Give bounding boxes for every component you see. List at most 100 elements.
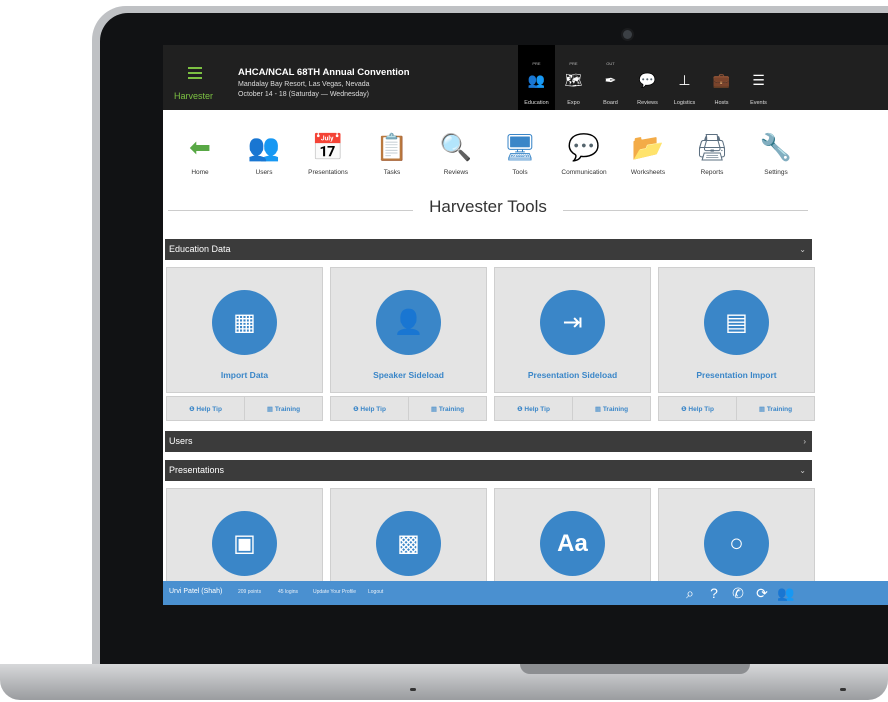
card-footer: ❶ Help Tip ▦ Training xyxy=(166,396,323,421)
event-dates: October 14 - 18 (Saturday — Wednesday) xyxy=(238,91,369,98)
chat-icon: 💬 xyxy=(638,72,657,88)
help-tip-button[interactable]: ❶ Help Tip xyxy=(331,397,408,420)
tool-tasks[interactable]: 📋 Tasks xyxy=(360,127,424,182)
calendar-clock-icon: 📅 xyxy=(311,132,345,162)
tool-users[interactable]: 👥 Users xyxy=(232,127,296,182)
nav-badge: PRE xyxy=(532,61,541,66)
page-title: Harvester Tools xyxy=(429,197,547,216)
card-title: Presentation Import xyxy=(696,370,777,380)
tool-card[interactable]: ▤ Presentation Import xyxy=(658,267,815,393)
nav-item-reviews[interactable]: 💬 Reviews xyxy=(629,45,666,110)
sync-icon[interactable]: ⟳ xyxy=(750,585,774,601)
tool-card[interactable]: ▣ xyxy=(166,488,323,588)
tool-reviews[interactable]: 🔍 Reviews xyxy=(424,127,488,182)
bubbles-icon: ○ xyxy=(704,511,769,576)
app-screen: Harvester AHCA/NCAL 68TH Annual Conventi… xyxy=(163,45,888,605)
nav-item-expo[interactable]: PRE 🗺 Expo xyxy=(555,45,592,110)
tool-label: Home xyxy=(191,169,209,176)
sign-in-icon: ⇥ xyxy=(540,290,605,355)
tool-card[interactable]: Aa xyxy=(494,488,651,588)
nav-item-hosts[interactable]: 💼 Hosts xyxy=(703,45,740,110)
hamburger-menu-icon[interactable] xyxy=(188,67,202,82)
event-title: AHCA/NCAL 68TH Annual Convention xyxy=(238,67,410,78)
tool-card[interactable]: ⇥ Presentation Sideload xyxy=(494,267,651,393)
nav-item-education[interactable]: PRE 👥 Education xyxy=(518,45,555,110)
nav-item-logistics[interactable]: ⊥ Logistics xyxy=(666,45,703,110)
tool-settings[interactable]: 🔧 Settings xyxy=(744,127,808,182)
nav-label: Board xyxy=(603,100,618,106)
nav-label: Reviews xyxy=(637,100,658,106)
tool-card[interactable]: ▦ Import Data xyxy=(166,267,323,393)
search-icon[interactable]: ⌕ xyxy=(678,585,702,601)
magnifier-icon: 🔍 xyxy=(439,132,473,162)
nav-label: Expo xyxy=(567,100,580,106)
nav-item-board[interactable]: OUT ✒ Board xyxy=(592,45,629,110)
section-header-users[interactable]: Users › xyxy=(165,431,812,452)
user-name-link[interactable]: Urvi Patel (Shah) xyxy=(169,588,222,595)
card-footer: ❶ Help Tip ▦ Training xyxy=(494,396,651,421)
nav-label: Education xyxy=(524,100,549,106)
import-sheet-icon: ▦ xyxy=(212,290,277,355)
training-button[interactable]: ▦ Training xyxy=(736,397,814,420)
brand-name[interactable]: Harvester xyxy=(174,91,213,101)
title-divider-right xyxy=(563,210,808,211)
section-label: Presentations xyxy=(169,465,225,475)
nav-label: Logistics xyxy=(673,100,696,106)
pen-icon: ✒ xyxy=(604,72,617,88)
module-nav: PRE 👥 Education PRE 🗺 Expo OUT ✒ Board 💬 Reviews ⊥ L… xyxy=(518,45,777,110)
tool-label: Users xyxy=(255,169,273,176)
help-tip-button[interactable]: ❶ Help Tip xyxy=(495,397,572,420)
home-arrow-icon: ⬅ xyxy=(189,132,211,162)
help-tip-button[interactable]: ❶ Help Tip xyxy=(167,397,244,420)
logout-link[interactable]: Logout xyxy=(368,589,383,595)
laptop-foot xyxy=(410,688,416,691)
help-icon[interactable]: ? xyxy=(702,585,726,601)
laptop-foot xyxy=(840,688,846,691)
tool-reports[interactable]: 🖨 Reports xyxy=(680,127,744,182)
font-icon: Aa xyxy=(540,511,605,576)
chevron-down-icon: ⌄ xyxy=(799,245,806,254)
card-footer: ❶ Help Tip ▦ Training xyxy=(330,396,487,421)
tool-label: Worksheets xyxy=(630,169,666,176)
projector-icon: ▤ xyxy=(704,290,769,355)
qr-code-icon: ▩ xyxy=(376,511,441,576)
printer-icon: 🖨 xyxy=(695,132,729,162)
tool-launcher: ⬅ Home 👥 Users 📅 Presentations 📋 Tasks 🔍 Reviews 🖥… xyxy=(168,127,808,182)
nav-label: Hosts xyxy=(714,100,729,106)
tool-card[interactable]: ○ xyxy=(658,488,815,588)
tool-home[interactable]: ⬅ Home xyxy=(168,127,232,182)
speaker-icon: 👤 xyxy=(376,290,441,355)
section-header-education[interactable]: Education Data ⌄ xyxy=(165,239,812,260)
logins-count: 45 logins xyxy=(278,589,299,595)
section-label: Users xyxy=(169,436,193,446)
checklist-icon: 📋 xyxy=(375,132,409,162)
map-icon: 🗺 xyxy=(564,72,583,88)
phone-icon[interactable]: ✆ xyxy=(726,585,750,601)
briefcase-icon: 💼 xyxy=(712,72,731,88)
section-header-presentations[interactable]: Presentations ⌄ xyxy=(165,460,812,481)
org-chart-icon: ⊥ xyxy=(678,72,691,88)
status-icons: ⌕ ? ✆ ⟳ 👥 xyxy=(678,585,798,601)
users-icon: 👥 xyxy=(247,132,281,162)
group-icon[interactable]: 👥 xyxy=(774,585,798,601)
laptop-base xyxy=(0,664,888,700)
tool-tools[interactable]: 🖥 Tools xyxy=(488,127,552,182)
training-button[interactable]: ▦ Training xyxy=(572,397,650,420)
card-title: Import Data xyxy=(220,370,269,380)
training-button[interactable]: ▦ Training xyxy=(244,397,322,420)
wrench-screwdriver-icon: 🔧 xyxy=(759,132,793,162)
tool-presentations[interactable]: 📅 Presentations xyxy=(296,127,360,182)
tool-worksheets[interactable]: 📂 Worksheets xyxy=(616,127,680,182)
tool-card[interactable]: ▩ xyxy=(330,488,487,588)
nav-item-events[interactable]: ☰ Events xyxy=(740,45,777,110)
folders-icon: 📂 xyxy=(631,132,665,162)
tool-communication[interactable]: 💬 Communication xyxy=(552,127,616,182)
nav-badge: OUT xyxy=(606,61,615,66)
help-tip-button[interactable]: ❶ Help Tip xyxy=(659,397,736,420)
chat-bubble-icon: 💬 xyxy=(567,132,601,162)
update-profile-link[interactable]: Update Your Profile xyxy=(313,589,356,595)
tool-card[interactable]: 👤 Speaker Sideload xyxy=(330,267,487,393)
training-button[interactable]: ▦ Training xyxy=(408,397,486,420)
list-icon: ☰ xyxy=(752,72,765,88)
tool-label: Reports xyxy=(700,169,724,176)
